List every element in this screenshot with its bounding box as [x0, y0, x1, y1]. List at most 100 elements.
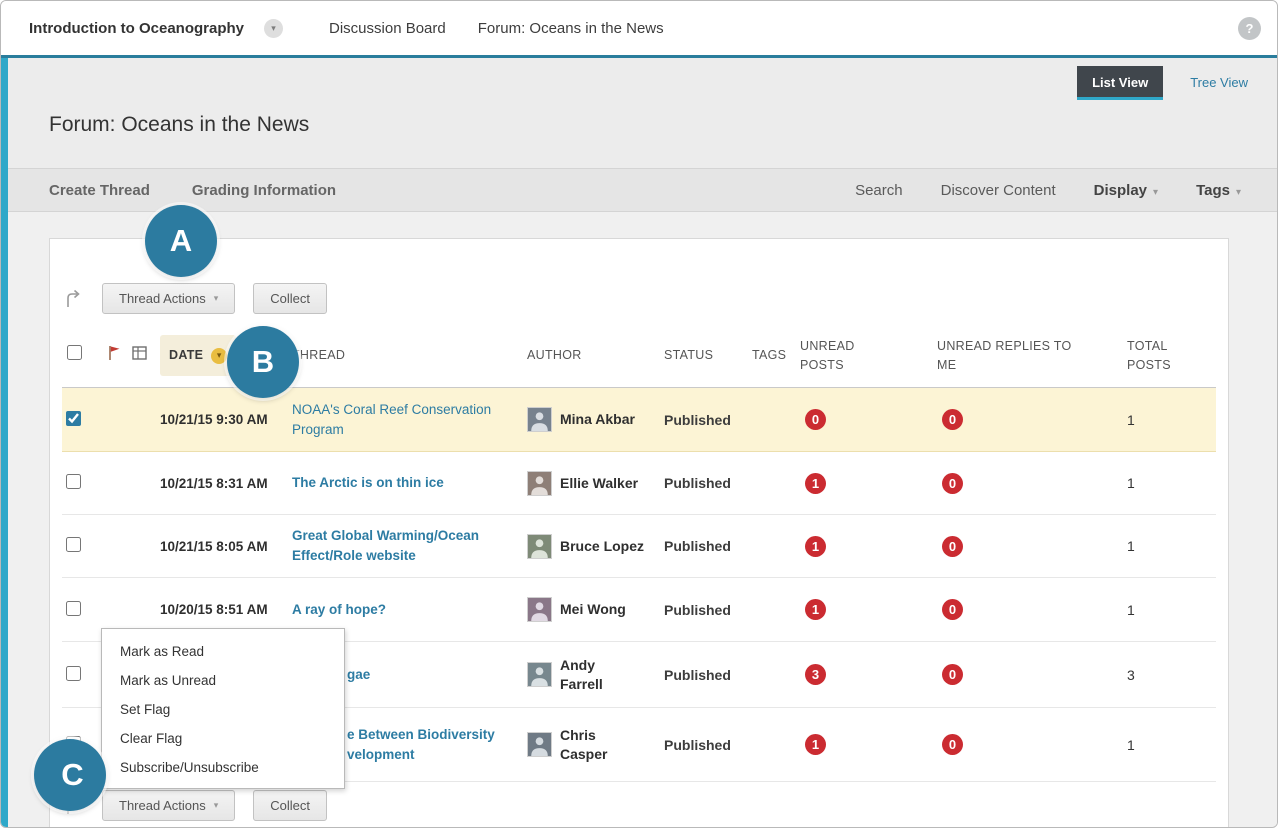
page: Introduction to Oceanography ▾ Discussio…	[0, 0, 1278, 828]
list-toolbar-top: Thread Actions▾ Collect	[62, 283, 1216, 314]
total-posts: 3	[1122, 667, 1216, 683]
breadcrumb-discussion-board[interactable]: Discussion Board	[329, 20, 446, 37]
display-dropdown[interactable]: Display▾	[1094, 182, 1158, 199]
unread-posts-badge[interactable]: 3	[805, 664, 826, 685]
flag-icon	[107, 345, 122, 361]
collect-button[interactable]: Collect	[253, 283, 327, 314]
avatar	[527, 534, 552, 559]
thread-link[interactable]: e Between Biodiversity velopment	[347, 725, 522, 764]
row-checkbox[interactable]	[66, 474, 81, 489]
search-button[interactable]: Search	[855, 182, 903, 199]
unread-replies-badge[interactable]: 0	[942, 599, 963, 620]
sort-descending-icon: ▾	[211, 348, 227, 364]
type-column-header[interactable]	[127, 346, 155, 365]
tags-column-header[interactable]: TAGS	[747, 346, 795, 364]
chevron-down-icon: ▾	[214, 293, 219, 304]
view-toggle: List View Tree View	[1, 58, 1277, 100]
apply-to-selection-arrow-icon	[64, 289, 84, 309]
total-posts: 1	[1122, 538, 1216, 554]
hero: List View Tree View Forum: Oceans in the…	[1, 58, 1277, 168]
row-checkbox[interactable]	[66, 537, 81, 552]
date-column-header[interactable]: DATE ▾	[160, 335, 236, 375]
select-all-checkbox[interactable]	[67, 345, 82, 360]
flag-column-header[interactable]	[102, 345, 127, 366]
avatar	[527, 662, 552, 687]
avatar	[527, 732, 552, 757]
total-posts: 1	[1122, 475, 1216, 491]
tree-view-button[interactable]: Tree View	[1175, 66, 1263, 100]
unread-posts-column-header[interactable]: UNREAD POSTS	[795, 337, 932, 373]
unread-replies-column-header[interactable]: UNREAD REPLIES TO ME	[932, 337, 1122, 373]
action-bar-left: Create Thread Grading Information	[49, 182, 336, 199]
breadcrumb-forum: Forum: Oceans in the News	[478, 20, 664, 37]
callout-b: B	[227, 326, 299, 398]
thread-status: Published	[659, 602, 747, 618]
thread-date: 10/21/15 8:05 AM	[155, 539, 287, 554]
thread-status: Published	[659, 538, 747, 554]
unread-replies-badge[interactable]: 0	[942, 734, 963, 755]
thread-date: 10/20/15 8:51 AM	[155, 602, 287, 617]
thread-actions-button[interactable]: Thread Actions▾	[102, 283, 235, 314]
row-checkbox[interactable]	[66, 666, 81, 681]
help-icon[interactable]: ?	[1238, 17, 1261, 40]
avatar	[527, 597, 552, 622]
status-column-header[interactable]: STATUS	[659, 346, 747, 364]
menu-item-mark-as-unread[interactable]: Mark as Unread	[102, 666, 344, 695]
thread-author: Mina Akbar	[522, 407, 659, 432]
discover-content-button[interactable]: Discover Content	[941, 182, 1056, 199]
thread-date: 10/21/15 9:30 AM	[155, 412, 287, 427]
menu-item-mark-as-read[interactable]: Mark as Read	[102, 637, 344, 666]
total-posts: 1	[1122, 737, 1216, 753]
unread-posts-badge[interactable]: 0	[805, 409, 826, 430]
unread-posts-badge[interactable]: 1	[805, 734, 826, 755]
chevron-down-icon: ▾	[1236, 187, 1241, 198]
table-row: 10/21/15 9:30 AM NOAA's Coral Reef Conse…	[62, 388, 1216, 452]
unread-posts-badge[interactable]: 1	[805, 599, 826, 620]
row-checkbox[interactable]	[66, 411, 81, 426]
thread-actions-button[interactable]: Thread Actions▾	[102, 790, 235, 821]
thread-column-header[interactable]: THREAD	[287, 346, 522, 364]
table-row: 10/21/15 8:31 AM The Arctic is on thin i…	[62, 452, 1216, 515]
thread-link[interactable]: The Arctic is on thin ice	[292, 473, 444, 493]
menu-item-clear-flag[interactable]: Clear Flag	[102, 724, 344, 753]
thread-author: Bruce Lopez	[522, 534, 659, 559]
grid-icon	[132, 346, 147, 360]
menu-item-subscribe-unsubscribe[interactable]: Subscribe/Unsubscribe	[102, 753, 344, 782]
unread-replies-badge[interactable]: 0	[942, 536, 963, 557]
unread-posts-badge[interactable]: 1	[805, 536, 826, 557]
total-posts-column-header[interactable]: TOTAL POSTS	[1122, 337, 1216, 373]
thread-link[interactable]: A ray of hope?	[292, 600, 386, 620]
thread-author: Andy Farrell	[522, 656, 659, 692]
topbar: Introduction to Oceanography ▾ Discussio…	[1, 1, 1277, 55]
chevron-down-icon: ▾	[1153, 187, 1158, 198]
list-toolbar-bottom: Thread Actions▾ Collect	[62, 790, 1216, 821]
list-view-button[interactable]: List View	[1077, 66, 1163, 100]
thread-date: 10/21/15 8:31 AM	[155, 476, 287, 491]
thread-link[interactable]: Great Global Warming/Ocean Effect/Role w…	[292, 526, 522, 565]
thread-author: Ellie Walker	[522, 471, 659, 496]
unread-replies-badge[interactable]: 0	[942, 409, 963, 430]
thread-actions-menu: Mark as Read Mark as Unread Set Flag Cle…	[101, 628, 345, 789]
thread-status: Published	[659, 475, 747, 491]
row-checkbox[interactable]	[66, 601, 81, 616]
grading-information-button[interactable]: Grading Information	[192, 182, 336, 199]
action-bar: Create Thread Grading Information Search…	[1, 168, 1277, 212]
unread-replies-badge[interactable]: 0	[942, 664, 963, 685]
tags-dropdown[interactable]: Tags▾	[1196, 182, 1241, 199]
thread-link[interactable]: gae	[347, 665, 370, 685]
create-thread-button[interactable]: Create Thread	[49, 182, 150, 199]
menu-item-set-flag[interactable]: Set Flag	[102, 695, 344, 724]
thread-status: Published	[659, 412, 747, 428]
author-column-header[interactable]: AUTHOR	[522, 346, 659, 364]
collect-button[interactable]: Collect	[253, 790, 327, 821]
total-posts: 1	[1122, 602, 1216, 618]
unread-posts-badge[interactable]: 1	[805, 473, 826, 494]
course-title: Introduction to Oceanography	[29, 20, 244, 37]
unread-replies-badge[interactable]: 0	[942, 473, 963, 494]
left-accent-stripe	[1, 58, 8, 827]
course-menu-chevron-icon[interactable]: ▾	[264, 19, 283, 38]
callout-c: C	[34, 739, 106, 811]
thread-link[interactable]: NOAA's Coral Reef Conservation Program	[292, 400, 522, 439]
callout-a: A	[145, 205, 217, 277]
table-row: 10/21/15 8:05 AM Great Global Warming/Oc…	[62, 515, 1216, 578]
